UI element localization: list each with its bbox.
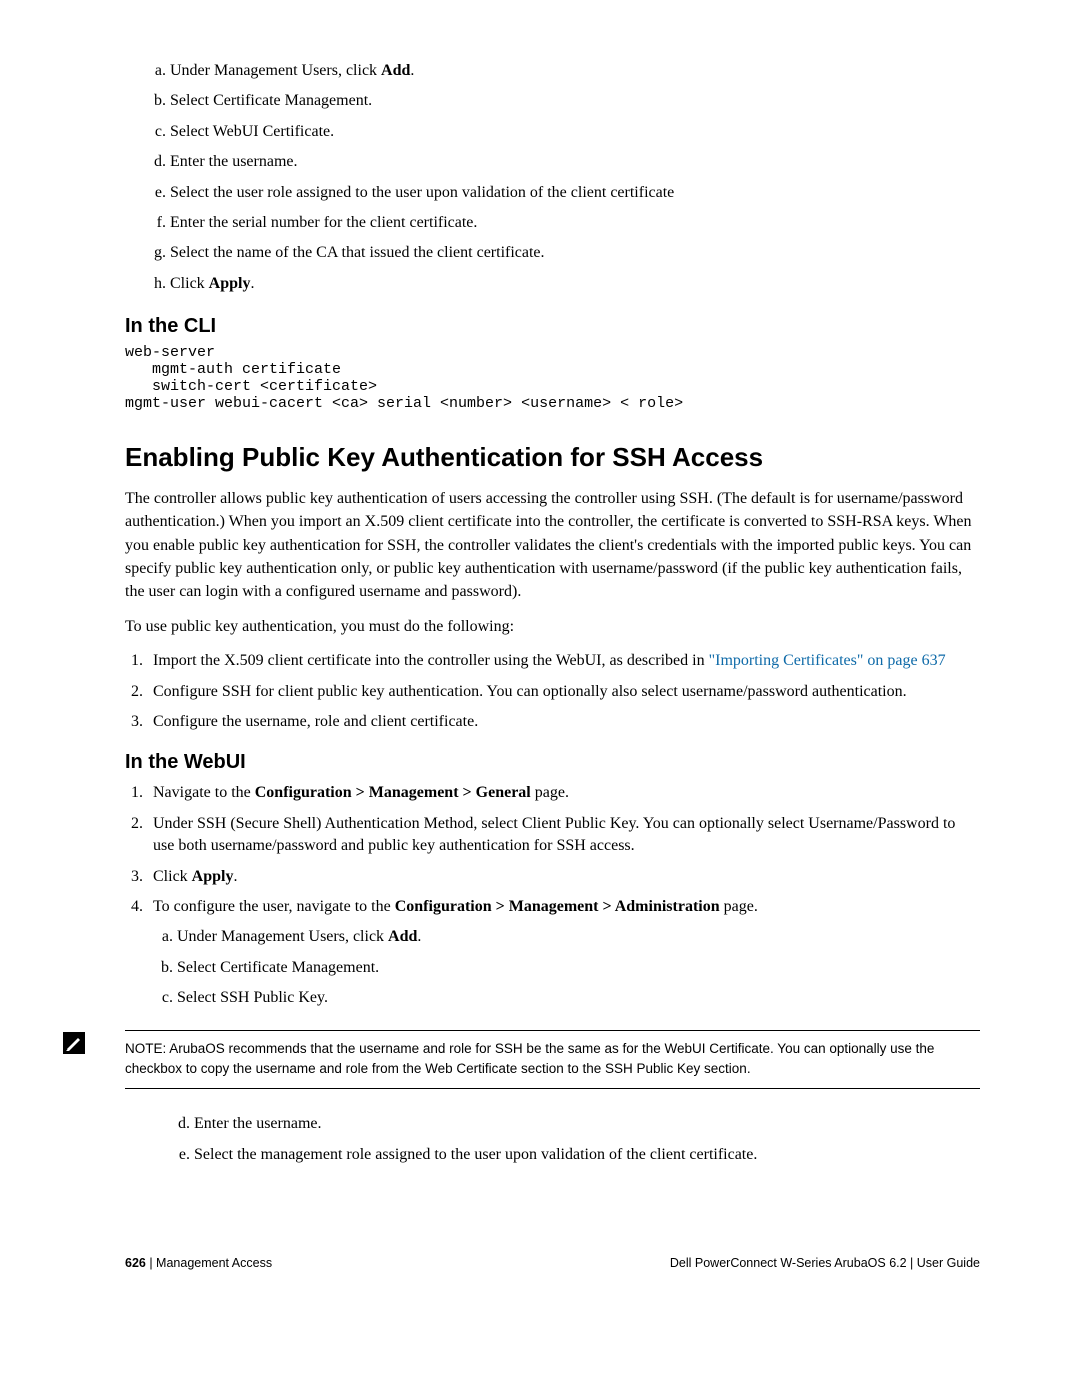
- procedure-list-alpha: Enter the username. Select the managemen…: [125, 1113, 980, 1166]
- list-item: Import the X.509 client certificate into…: [147, 650, 980, 672]
- list-item: Select Certificate Management.: [170, 90, 980, 112]
- paragraph: To use public key authentication, you mu…: [125, 615, 980, 638]
- procedure-list-alpha: Under Management Users, click Add. Selec…: [125, 60, 980, 295]
- text-bold: Apply: [192, 868, 234, 885]
- text: Under Management Users, click: [170, 62, 381, 79]
- text-bold: Add: [388, 928, 417, 945]
- text: .: [410, 62, 414, 79]
- list-item: Select WebUI Certificate.: [170, 121, 980, 143]
- text: Under Management Users, click: [177, 928, 388, 945]
- text-bold: Configuration > Management > Administrat…: [395, 898, 720, 915]
- text: .: [250, 275, 254, 292]
- list-item: Under Management Users, click Add.: [177, 926, 980, 948]
- paragraph: The controller allows public key authent…: [125, 487, 980, 603]
- note: NOTE: ArubaOS recommends that the userna…: [63, 1030, 980, 1090]
- list-item: To configure the user, navigate to the C…: [147, 896, 980, 1010]
- text: page.: [531, 784, 569, 801]
- heading-ssh: Enabling Public Key Authentication for S…: [125, 442, 980, 473]
- footer-left: 626 | Management Access: [125, 1256, 272, 1270]
- cli-block: web-server mgmt-auth certificate switch-…: [125, 344, 980, 412]
- text: To configure the user, navigate to the: [153, 898, 395, 915]
- list-item: Select the management role assigned to t…: [194, 1144, 980, 1166]
- ordered-list: Navigate to the Configuration > Manageme…: [125, 782, 980, 1009]
- heading-cli: In the CLI: [125, 315, 980, 338]
- page-number: 626: [125, 1256, 146, 1270]
- list-item: Under SSH (Secure Shell) Authentication …: [147, 813, 980, 858]
- list-item: Select SSH Public Key.: [177, 987, 980, 1009]
- footer: 626 | Management Access Dell PowerConnec…: [125, 1256, 980, 1270]
- link-importing-certs[interactable]: "Importing Certificates" on page 637: [709, 652, 946, 669]
- text-bold: Add: [381, 62, 410, 79]
- list-item: Enter the serial number for the client c…: [170, 212, 980, 234]
- procedure-list-alpha: Under Management Users, click Add. Selec…: [153, 926, 980, 1009]
- note-text: NOTE: ArubaOS recommends that the userna…: [125, 1030, 980, 1090]
- text: .: [233, 868, 237, 885]
- footer-section: | Management Access: [146, 1256, 272, 1270]
- note-icon: [63, 1032, 85, 1054]
- text: Click: [170, 275, 209, 292]
- text: Click: [153, 868, 192, 885]
- ordered-list: Import the X.509 client certificate into…: [125, 650, 980, 733]
- list-item: Enter the username.: [170, 151, 980, 173]
- list-item: Select the user role assigned to the use…: [170, 182, 980, 204]
- list-item: Under Management Users, click Add.: [170, 60, 980, 82]
- text: .: [417, 928, 421, 945]
- list-item: Select Certificate Management.: [177, 957, 980, 979]
- list-item: Click Apply.: [147, 866, 980, 888]
- heading-webui: In the WebUI: [125, 751, 980, 774]
- text: Import the X.509 client certificate into…: [153, 652, 709, 669]
- list-item: Navigate to the Configuration > Manageme…: [147, 782, 980, 804]
- footer-right: Dell PowerConnect W-Series ArubaOS 6.2 |…: [670, 1256, 980, 1270]
- list-item: Select the name of the CA that issued th…: [170, 242, 980, 264]
- list-item: Configure the username, role and client …: [147, 711, 980, 733]
- text-bold: Apply: [209, 275, 251, 292]
- list-item: Enter the username.: [194, 1113, 980, 1135]
- text: Navigate to the: [153, 784, 255, 801]
- list-item: Configure SSH for client public key auth…: [147, 681, 980, 703]
- list-item: Click Apply.: [170, 273, 980, 295]
- text-bold: Configuration > Management > General: [255, 784, 531, 801]
- text: page.: [720, 898, 758, 915]
